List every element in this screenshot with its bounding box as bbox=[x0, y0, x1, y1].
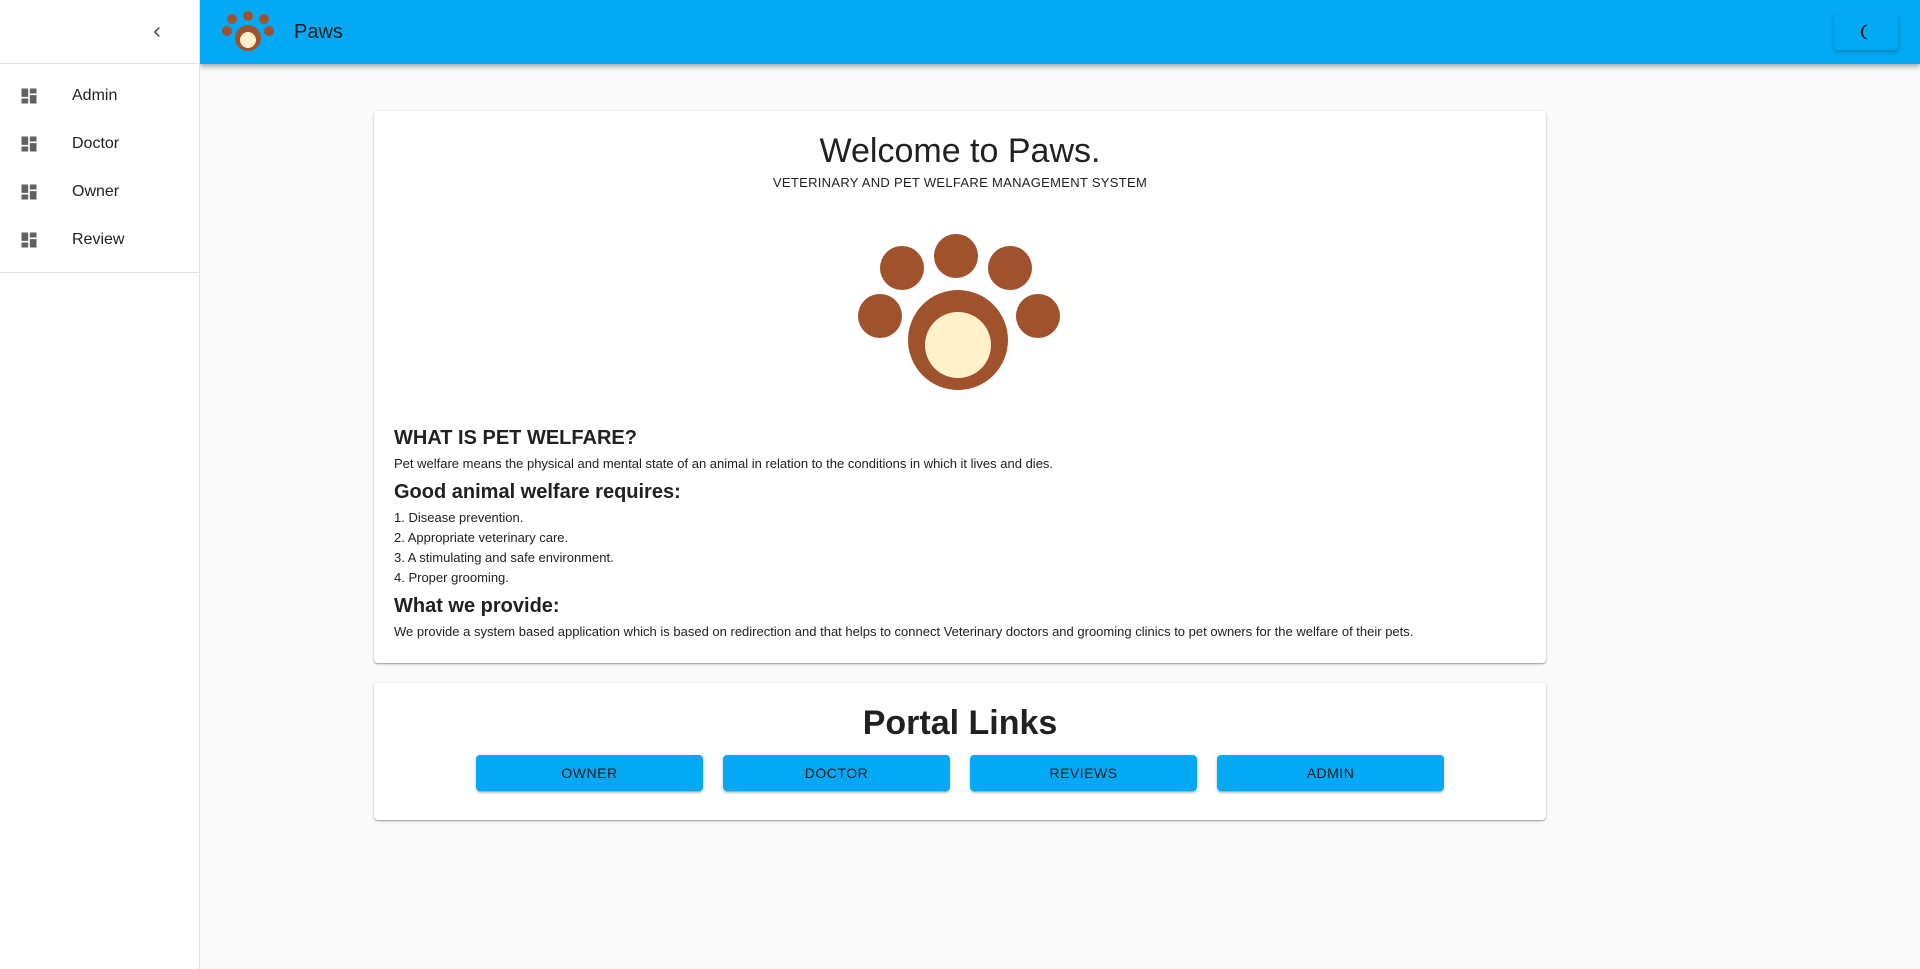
list-item: 3. A stimulating and safe environment. bbox=[394, 550, 614, 565]
main-content: Welcome to Paws. VETERINARY AND PET WELF… bbox=[200, 64, 1920, 969]
reviews-portal-button[interactable]: REVIEWS bbox=[970, 755, 1197, 791]
sidebar-header bbox=[0, 0, 199, 64]
dashboard-icon bbox=[19, 230, 39, 250]
sidebar-item-review[interactable]: Review bbox=[0, 216, 199, 264]
list-item: 4. Proper grooming. bbox=[394, 570, 509, 585]
moon-icon bbox=[1860, 24, 1869, 40]
sidebar: Admin Doctor Owner Review bbox=[0, 0, 200, 969]
sidebar-item-label: Owner bbox=[72, 183, 120, 200]
doctor-portal-button[interactable]: DOCTOR bbox=[723, 755, 950, 791]
what-we-provide-text: We provide a system based application wh… bbox=[394, 624, 1414, 639]
dashboard-icon bbox=[19, 134, 39, 154]
paw-icon bbox=[858, 234, 1060, 390]
dashboard-icon bbox=[19, 86, 39, 106]
admin-portal-button[interactable]: ADMIN bbox=[1217, 755, 1444, 791]
what-is-pet-welfare-text: Pet welfare means the physical and menta… bbox=[394, 456, 1054, 471]
chevron-left-icon bbox=[153, 26, 160, 37]
sidebar-nav: Admin Doctor Owner Review bbox=[0, 64, 199, 273]
paw-icon bbox=[222, 11, 274, 53]
collapse-sidebar-button[interactable] bbox=[139, 14, 175, 50]
paw-logo bbox=[394, 234, 1526, 390]
portal-links-title: Portal Links bbox=[862, 704, 1058, 742]
welcome-card: Welcome to Paws. VETERINARY AND PET WELF… bbox=[374, 111, 1546, 663]
sidebar-item-owner[interactable]: Owner bbox=[0, 168, 199, 216]
dashboard-icon bbox=[19, 182, 39, 202]
sidebar-item-label: Admin bbox=[72, 87, 118, 104]
welcome-title: Welcome to Paws. bbox=[819, 132, 1101, 170]
list-item: 1. Disease prevention. bbox=[394, 510, 524, 525]
owner-portal-button[interactable]: OWNER bbox=[476, 755, 703, 791]
what-is-pet-welfare-heading: WHAT IS PET WELFARE? bbox=[394, 427, 637, 449]
requirements-heading: Good animal welfare requires: bbox=[394, 481, 681, 503]
what-we-provide-heading: What we provide: bbox=[394, 595, 560, 617]
theme-toggle-button[interactable] bbox=[1834, 14, 1898, 50]
app-root: Admin Doctor Owner Review Paws Welcome t… bbox=[0, 0, 1920, 969]
sidebar-item-admin[interactable]: Admin bbox=[0, 72, 199, 120]
requirements-list: 1. Disease prevention. 2. Appropriate ve… bbox=[394, 508, 1526, 588]
portal-buttons: OWNER DOCTOR REVIEWS ADMIN bbox=[374, 755, 1546, 791]
list-item: 2. Appropriate veterinary care. bbox=[394, 530, 569, 545]
app-bar: Paws bbox=[200, 0, 1920, 64]
sidebar-item-label: Doctor bbox=[72, 135, 120, 152]
portal-links-card: Portal Links OWNER DOCTOR REVIEWS ADMIN bbox=[374, 683, 1546, 820]
welcome-subtitle: VETERINARY AND PET WELFARE MANAGEMENT SY… bbox=[772, 175, 1148, 190]
sidebar-item-label: Review bbox=[72, 231, 125, 248]
sidebar-item-doctor[interactable]: Doctor bbox=[0, 120, 199, 168]
app-title: Paws bbox=[294, 20, 343, 43]
